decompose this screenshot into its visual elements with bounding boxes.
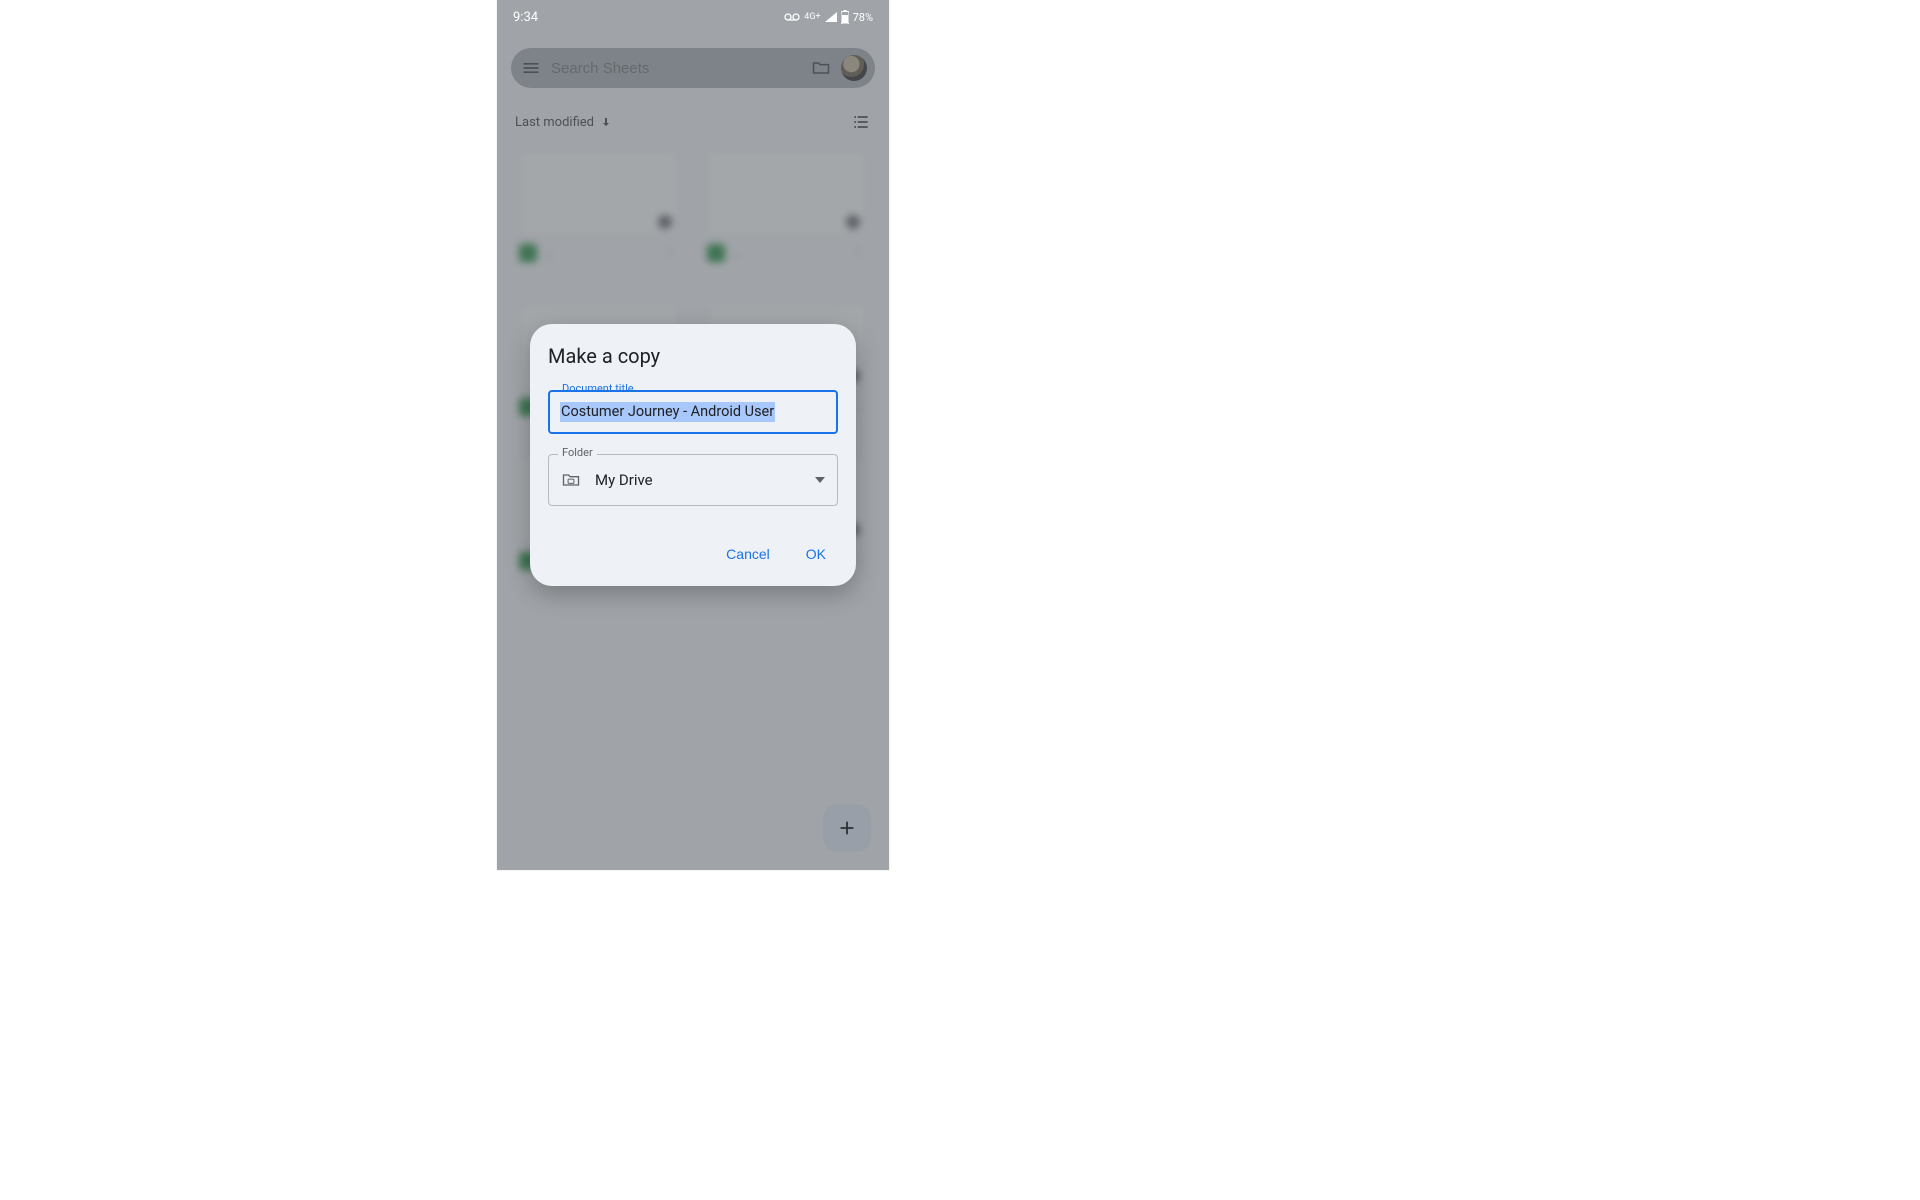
make-a-copy-dialog: Make a copy Document title Costumer Jour… — [530, 324, 856, 586]
plus-icon — [836, 817, 858, 839]
status-bar: 9:34 4G+ 78% — [497, 0, 889, 34]
battery-label: 78% — [853, 11, 873, 24]
folder-value: My Drive — [595, 471, 653, 489]
folder-select[interactable]: My Drive — [548, 454, 838, 506]
dropdown-arrow-icon — [815, 477, 825, 483]
document-title-field: Document title Costumer Journey - Androi… — [548, 390, 838, 434]
phone-frame: 9:34 4G+ 78% Last modified …⋮ …⋮ …⋮ …⋮ …… — [497, 0, 889, 870]
status-right: 4G+ 78% — [784, 10, 873, 24]
signal-icon — [825, 12, 837, 22]
voicemail-icon — [784, 12, 800, 22]
ok-button[interactable]: OK — [802, 540, 830, 568]
battery-icon — [841, 10, 849, 24]
folder-field: Folder My Drive — [548, 454, 838, 506]
cancel-button[interactable]: Cancel — [722, 540, 774, 568]
dialog-title: Make a copy — [548, 344, 838, 368]
network-label: 4G+ — [804, 12, 820, 22]
status-time: 9:34 — [513, 10, 538, 25]
fab-new[interactable] — [823, 804, 871, 852]
document-title-input[interactable] — [548, 390, 838, 434]
folder-label: Folder — [558, 446, 597, 459]
drive-folder-icon — [561, 470, 581, 490]
dialog-actions: Cancel OK — [548, 526, 838, 574]
